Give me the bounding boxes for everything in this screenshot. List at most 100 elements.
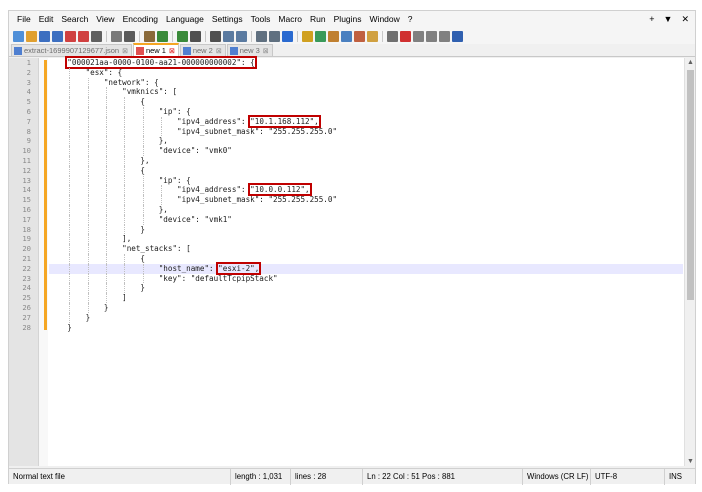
scroll-down-icon[interactable]: ▼ — [687, 458, 694, 465]
code-line[interactable]: 18 } — [22, 224, 683, 235]
undo-icon[interactable] — [157, 30, 168, 42]
code-line[interactable]: 23 "key": "defaultTcpipStack" — [22, 273, 683, 284]
scroll-up-icon[interactable]: ▲ — [687, 59, 694, 66]
record-macro-icon[interactable] — [400, 30, 411, 42]
change-history-bar — [44, 60, 47, 330]
save-all-icon[interactable] — [52, 30, 63, 42]
menu-tools[interactable]: Tools — [247, 11, 275, 28]
code-line[interactable]: 5 { — [27, 97, 683, 107]
tab-new-3[interactable]: new 3 ⊠ — [226, 44, 273, 56]
menu-encoding[interactable]: Encoding — [119, 11, 162, 28]
menu-run[interactable]: Run — [306, 11, 330, 28]
status-encoding[interactable]: UTF-8 — [591, 468, 665, 485]
tab-label: new 3 — [239, 46, 260, 55]
code-line[interactable]: 20 "net_stacks": [ — [22, 244, 683, 254]
show-all-chars-icon[interactable] — [302, 30, 313, 42]
status-mode[interactable]: INS — [665, 469, 693, 485]
doc-map-icon[interactable] — [341, 30, 352, 42]
scrollbar-thumb[interactable] — [687, 70, 694, 300]
play-macro-icon[interactable] — [426, 30, 437, 42]
paste-icon[interactable] — [144, 30, 155, 42]
indent-guide — [69, 136, 71, 147]
replace-icon[interactable] — [210, 30, 221, 42]
new-file-icon[interactable] — [13, 30, 24, 42]
menu-macro[interactable]: Macro — [274, 11, 306, 28]
code-line[interactable]: 28 } — [22, 323, 683, 333]
code-line[interactable]: 9 }, — [27, 136, 683, 147]
code-line[interactable]: 22 "host_name": "esxi-2", — [22, 261, 683, 275]
code-line[interactable]: 8 "ipv4_subnet_mask": "255.255.255.0" — [27, 126, 683, 137]
line-number: 1 — [26, 58, 31, 67]
save-macro-icon[interactable] — [452, 30, 463, 42]
sync-vertical-icon[interactable] — [256, 30, 267, 42]
code-line[interactable]: 14 "ipv4_address": "10.0.0.112", — [22, 183, 683, 197]
indent-guide — [87, 214, 89, 225]
menu-settings[interactable]: Settings — [208, 11, 247, 28]
tab-close-icon[interactable]: ⊠ — [169, 47, 175, 55]
run-macro-multiple-icon[interactable] — [439, 30, 450, 42]
save-icon[interactable] — [39, 30, 50, 42]
menu-language[interactable]: Language — [162, 11, 208, 28]
tab-close-icon[interactable]: ⊠ — [216, 47, 222, 55]
menu-file[interactable]: File — [13, 11, 35, 28]
code-line[interactable]: 6 "ip": { — [27, 106, 683, 117]
cut-icon[interactable] — [111, 30, 122, 42]
status-eol[interactable]: Windows (CR LF) — [523, 468, 591, 485]
code-line[interactable]: 25 ] — [22, 293, 683, 303]
code-line[interactable]: 15 "ipv4_subnet_mask": "255.255.255.0" — [22, 195, 683, 205]
vertical-scrollbar[interactable]: ▲ ▼ — [684, 58, 695, 466]
function-list-icon[interactable] — [354, 30, 365, 42]
close-all-icon[interactable] — [78, 30, 89, 42]
close-icon[interactable] — [65, 30, 76, 42]
code-line[interactable]: 10 "device": "vmk0" — [22, 146, 683, 156]
tab-close-icon[interactable]: ⊠ — [122, 47, 128, 55]
code-line[interactable]: 21 { — [22, 253, 683, 264]
code-line[interactable]: 3 "network": { — [27, 77, 683, 88]
menu-window[interactable]: Window — [366, 11, 404, 28]
monitoring-icon[interactable] — [387, 30, 398, 42]
tab-extract-json[interactable]: extract-1699907129677.json ⊠ — [11, 44, 132, 56]
tab-new-2[interactable]: new 2 ⊠ — [179, 44, 226, 56]
dropdown-icon[interactable]: ▼ — [664, 11, 673, 28]
code-line[interactable]: 26 } — [22, 302, 683, 313]
code-line[interactable]: 4 "vmknics": [ — [27, 87, 683, 98]
sync-horizontal-icon[interactable] — [269, 30, 280, 42]
menu-edit[interactable]: Edit — [35, 11, 58, 28]
zoom-out-icon[interactable] — [236, 30, 247, 42]
copy-icon[interactable] — [124, 30, 135, 42]
code-line[interactable]: 19 ], — [22, 234, 683, 245]
code-line[interactable]: 16 }, — [22, 204, 683, 215]
print-icon[interactable] — [91, 30, 102, 42]
word-wrap-icon[interactable] — [282, 30, 293, 42]
close-icon[interactable]: ✕ — [681, 11, 689, 28]
tab-new-1[interactable]: new 1 ⊠ — [132, 43, 179, 56]
code-line[interactable]: 7 "ipv4_address": "10.1.168.112", — [27, 114, 683, 128]
stop-macro-icon[interactable] — [413, 30, 424, 42]
menu-view[interactable]: View — [92, 11, 118, 28]
code-line[interactable]: 2 "esx": { — [27, 67, 683, 78]
menu-search[interactable]: Search — [57, 11, 92, 28]
code-line[interactable]: 13 "ip": { — [22, 175, 683, 186]
code-line[interactable]: 12 { — [22, 165, 683, 176]
indent-guide-icon[interactable] — [315, 30, 326, 42]
editor-area[interactable]: 1 "000021aa-0000-0100-aa21-000000000002"… — [9, 56, 695, 466]
redo-icon[interactable] — [177, 30, 188, 42]
find-icon[interactable] — [190, 30, 201, 42]
code-line[interactable]: 17 "device": "vmk1" — [22, 214, 683, 225]
open-file-icon[interactable] — [26, 30, 37, 42]
tab-label: new 2 — [192, 46, 213, 55]
code-line[interactable]: 27 } — [22, 312, 683, 323]
indent-guide — [69, 204, 71, 215]
code-line[interactable]: 1 "000021aa-0000-0100-aa21-000000000002"… — [27, 56, 683, 69]
new-window-icon[interactable]: + — [649, 11, 654, 28]
zoom-in-icon[interactable] — [223, 30, 234, 42]
code-line[interactable]: 24 } — [22, 283, 683, 294]
tab-close-icon[interactable]: ⊠ — [263, 47, 269, 55]
indent-guide — [69, 146, 71, 156]
folder-as-workspace-icon[interactable] — [367, 30, 378, 42]
menu-help[interactable]: ? — [404, 11, 417, 28]
code-text[interactable]: 1 "000021aa-0000-0100-aa21-000000000002"… — [22, 56, 683, 466]
code-line[interactable]: 11 }, — [22, 155, 683, 166]
user-language-icon[interactable] — [328, 30, 339, 42]
menu-plugins[interactable]: Plugins — [330, 11, 366, 28]
